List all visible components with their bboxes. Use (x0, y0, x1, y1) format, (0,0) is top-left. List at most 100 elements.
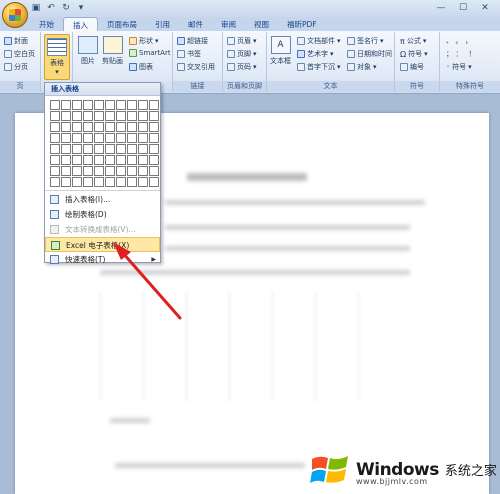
grid-cell[interactable] (50, 177, 60, 187)
cover-page-button[interactable]: 封面 (4, 36, 28, 46)
tab-mailings[interactable]: 邮件 (179, 17, 212, 32)
wordart-button[interactable]: 艺术字 ▾ (297, 49, 334, 59)
hyperlink-button[interactable]: 超链接 (177, 36, 208, 46)
header-button[interactable]: 页眉 ▾ (227, 36, 257, 46)
grid-cell[interactable] (61, 144, 71, 154)
grid-cell[interactable] (83, 111, 93, 121)
grid-cell[interactable] (83, 177, 93, 187)
quick-tables-item[interactable]: 快速表格(T) ▶ (45, 252, 160, 267)
tab-page-layout[interactable]: 页面布局 (98, 17, 146, 32)
grid-cell[interactable] (83, 144, 93, 154)
grid-cell[interactable] (50, 166, 60, 176)
quick-parts-button[interactable]: 文档部件 ▾ (297, 36, 341, 46)
grid-cell[interactable] (105, 111, 115, 121)
grid-cell[interactable] (72, 122, 82, 132)
grid-cell[interactable] (94, 100, 104, 110)
grid-cell[interactable] (72, 144, 82, 154)
grid-cell[interactable] (138, 177, 148, 187)
grid-cell[interactable] (138, 155, 148, 165)
grid-cell[interactable] (50, 155, 60, 165)
tab-review[interactable]: 审阅 (212, 17, 245, 32)
tab-home[interactable]: 开始 (30, 17, 63, 32)
grid-cell[interactable] (127, 144, 137, 154)
smartart-button[interactable]: SmartArt (129, 49, 171, 57)
date-time-button[interactable]: 日期和时间 (347, 49, 392, 59)
numbering-button[interactable]: 编号 (400, 62, 424, 72)
grid-cell[interactable] (149, 155, 159, 165)
grid-cell[interactable] (50, 144, 60, 154)
grid-cell[interactable] (127, 100, 137, 110)
grid-cell[interactable] (138, 111, 148, 121)
grid-cell[interactable] (94, 155, 104, 165)
grid-cell[interactable] (105, 100, 115, 110)
minimize-icon[interactable]: — (430, 1, 452, 15)
grid-cell[interactable] (116, 111, 126, 121)
grid-cell[interactable] (83, 166, 93, 176)
qat-dropdown-icon[interactable]: ▾ (75, 2, 87, 14)
grid-cell[interactable] (94, 122, 104, 132)
bookmark-button[interactable]: 书签 (177, 49, 201, 59)
insert-table-item[interactable]: 插入表格(I)... (45, 192, 160, 207)
special-symbol-more-button[interactable]: ◦ 符号 ▾ (446, 62, 472, 72)
object-button[interactable]: 对象 ▾ (347, 62, 377, 72)
grid-cell[interactable] (50, 133, 60, 143)
grid-cell[interactable] (116, 155, 126, 165)
grid-cell[interactable] (149, 177, 159, 187)
grid-cell[interactable] (72, 111, 82, 121)
grid-cell[interactable] (83, 155, 93, 165)
grid-cell[interactable] (127, 166, 137, 176)
maximize-icon[interactable]: ☐ (452, 1, 474, 15)
signature-line-button[interactable]: 签名行 ▾ (347, 36, 384, 46)
grid-cell[interactable] (149, 122, 159, 132)
shapes-button[interactable]: 形状 ▾ (129, 36, 159, 46)
picture-button[interactable]: 图片 (78, 36, 98, 66)
close-icon[interactable]: ✕ (474, 1, 496, 15)
grid-cell[interactable] (94, 166, 104, 176)
grid-cell[interactable] (61, 100, 71, 110)
tab-view[interactable]: 视图 (245, 17, 278, 32)
grid-cell[interactable] (127, 122, 137, 132)
tab-foxit-pdf[interactable]: 福昕PDF (278, 17, 326, 32)
grid-cell[interactable] (94, 111, 104, 121)
grid-cell[interactable] (105, 133, 115, 143)
grid-cell[interactable] (83, 100, 93, 110)
drop-cap-button[interactable]: 首字下沉 ▾ (297, 62, 341, 72)
undo-icon[interactable]: ↶ (45, 2, 57, 14)
grid-cell[interactable] (61, 177, 71, 187)
grid-cell[interactable] (61, 133, 71, 143)
grid-cell[interactable] (105, 177, 115, 187)
grid-cell[interactable] (72, 155, 82, 165)
grid-cell[interactable] (138, 166, 148, 176)
grid-cell[interactable] (105, 155, 115, 165)
grid-cell[interactable] (116, 133, 126, 143)
grid-cell[interactable] (116, 166, 126, 176)
tab-insert[interactable]: 插入 (63, 17, 98, 32)
grid-cell[interactable] (138, 100, 148, 110)
grid-cell[interactable] (138, 122, 148, 132)
redo-icon[interactable]: ↻ (60, 2, 72, 14)
textbox-button[interactable]: A 文本框 (270, 36, 291, 66)
excel-spreadsheet-item[interactable]: Excel 电子表格(X) (45, 237, 160, 252)
grid-cell[interactable] (149, 111, 159, 121)
grid-cell[interactable] (116, 177, 126, 187)
draw-table-item[interactable]: 绘制表格(D) (45, 207, 160, 222)
grid-cell[interactable] (83, 133, 93, 143)
grid-cell[interactable] (72, 166, 82, 176)
grid-cell[interactable] (50, 111, 60, 121)
table-button[interactable]: 表格 ▾ (44, 34, 70, 80)
grid-cell[interactable] (127, 155, 137, 165)
grid-cell[interactable] (83, 122, 93, 132)
grid-cell[interactable] (72, 177, 82, 187)
special-symbol-row-1[interactable]: 、。， (446, 36, 478, 46)
grid-cell[interactable] (105, 144, 115, 154)
save-icon[interactable]: ▣ (30, 2, 42, 14)
grid-cell[interactable] (105, 166, 115, 176)
grid-cell[interactable] (138, 144, 148, 154)
grid-cell[interactable] (61, 155, 71, 165)
grid-cell[interactable] (50, 122, 60, 132)
page-number-button[interactable]: 页码 ▾ (227, 62, 257, 72)
page-break-button[interactable]: 分页 (4, 62, 28, 72)
grid-cell[interactable] (127, 111, 137, 121)
grid-cell[interactable] (116, 122, 126, 132)
clipart-button[interactable]: 剪贴画 (102, 36, 123, 66)
